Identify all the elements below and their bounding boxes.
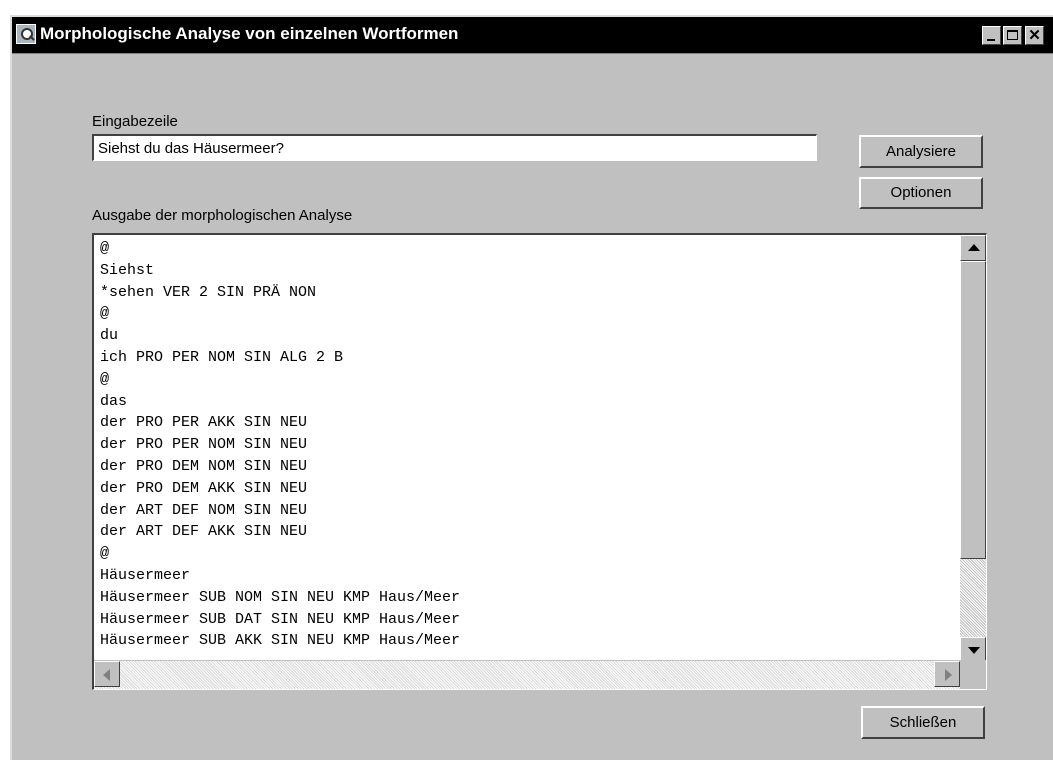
dialog-window: Morphologische Analyse von einzelnen Wor… bbox=[10, 15, 1053, 760]
output-line: der PRO PER AKK SIN NEU bbox=[100, 414, 308, 432]
arrow-right-icon bbox=[945, 669, 952, 681]
close-icon: ✕ bbox=[1028, 27, 1041, 44]
scroll-left-button[interactable] bbox=[94, 661, 120, 687]
maximize-icon bbox=[1007, 30, 1018, 40]
output-lines: @ Siehst *sehen VER 2 SIN PRÄ NON @ du ich PR… bbox=[100, 238, 956, 652]
output-line: der ART DEF AKK SIN NEU bbox=[100, 523, 308, 541]
analyse-button[interactable]: Analysiere bbox=[859, 135, 983, 168]
analysis-output-textarea[interactable]: @ Siehst *sehen VER 2 SIN PRÄ NON @ du ich PR… bbox=[92, 233, 987, 690]
output-line: der PRO DEM AKK SIN NEU bbox=[100, 479, 308, 497]
output-line: Häusermeer bbox=[100, 566, 191, 584]
output-line: du bbox=[100, 327, 119, 345]
arrow-down-icon bbox=[968, 647, 980, 654]
minimize-button[interactable] bbox=[982, 26, 1001, 45]
scroll-up-button[interactable] bbox=[960, 235, 986, 261]
vertical-scroll-thumb[interactable] bbox=[960, 261, 986, 559]
scroll-right-button[interactable] bbox=[934, 661, 960, 687]
output-line: @ bbox=[100, 305, 110, 323]
output-line: ich PRO PER NOM SIN ALG 2 B bbox=[100, 348, 344, 366]
scrollbar-corner bbox=[960, 661, 986, 689]
maximize-button[interactable] bbox=[1003, 26, 1022, 45]
output-label: Ausgabe der morphologischen Analyse bbox=[92, 207, 353, 224]
vertical-scroll-track[interactable] bbox=[960, 559, 986, 637]
vertical-scrollbar[interactable] bbox=[960, 235, 986, 663]
input-label: Eingabezeile bbox=[92, 113, 178, 130]
output-line: @ bbox=[100, 240, 110, 257]
output-line: *sehen VER 2 SIN PRÄ NON bbox=[100, 283, 317, 301]
title-bar[interactable]: Morphologische Analyse von einzelnen Wor… bbox=[12, 17, 1053, 53]
options-button[interactable]: Optionen bbox=[859, 177, 983, 209]
output-line: Häusermeer SUB DAT SIN NEU KMP Haus/Meer bbox=[100, 610, 461, 628]
output-line: Häusermeer SUB NOM SIN NEU KMP Haus/Meer bbox=[100, 588, 461, 606]
output-line: das bbox=[100, 392, 128, 410]
output-line: der PRO PER NOM SIN NEU bbox=[100, 436, 308, 454]
input-line-field[interactable] bbox=[92, 134, 817, 161]
output-line: @ bbox=[100, 545, 110, 563]
arrow-up-icon bbox=[968, 244, 980, 251]
close-button[interactable]: Schließen bbox=[861, 706, 985, 739]
close-window-button[interactable]: ✕ bbox=[1025, 26, 1044, 45]
arrow-left-icon bbox=[103, 669, 110, 681]
output-line: Siehst bbox=[100, 261, 155, 279]
output-line: der ART DEF NOM SIN NEU bbox=[100, 501, 308, 519]
output-line: @ bbox=[100, 370, 110, 388]
output-line: der PRO DEM NOM SIN NEU bbox=[100, 457, 308, 475]
magnifier-app-icon bbox=[16, 24, 36, 44]
minimize-icon bbox=[987, 39, 995, 41]
window-title: Morphologische Analyse von einzelnen Wor… bbox=[40, 24, 459, 43]
horizontal-scrollbar[interactable] bbox=[94, 660, 986, 689]
output-line: Häusermeer SUB AKK SIN NEU KMP Haus/Meer bbox=[100, 632, 461, 650]
